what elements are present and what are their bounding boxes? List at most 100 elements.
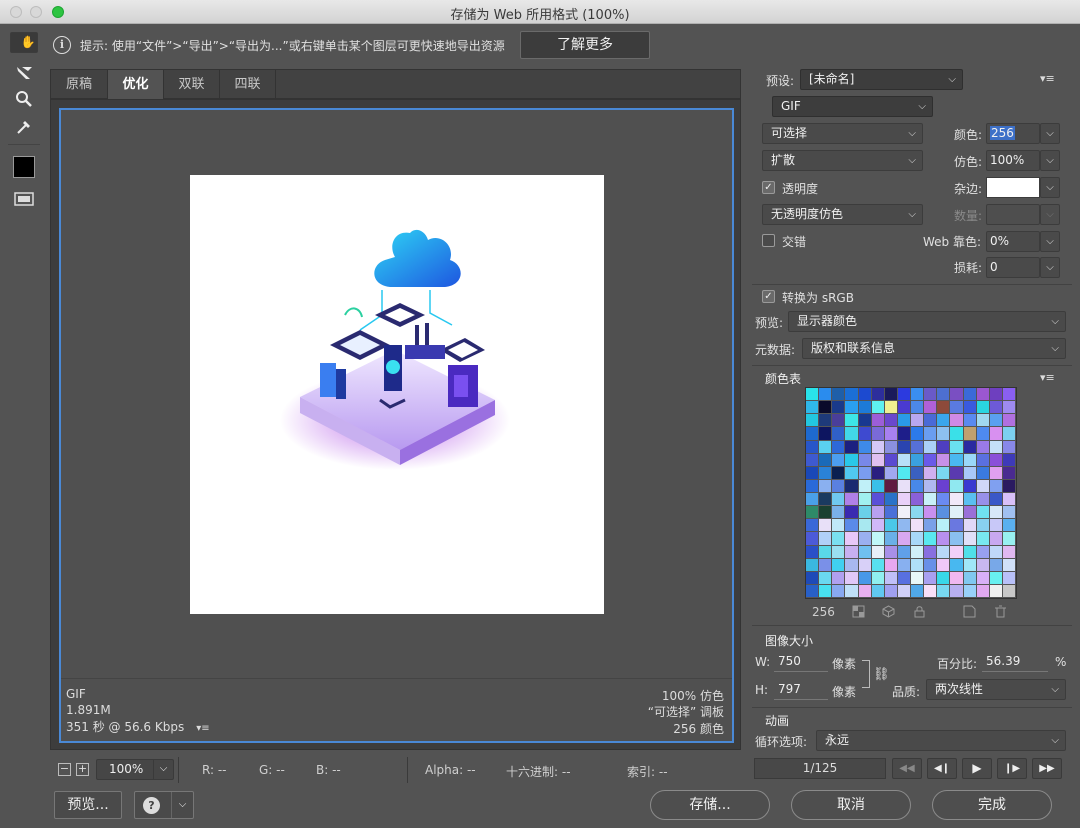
matte-color-swatch[interactable] [986,177,1040,198]
cancel-button[interactable]: 取消 [791,790,911,820]
color-swatch[interactable] [806,466,820,480]
color-swatch[interactable] [937,479,951,493]
color-swatch[interactable] [963,584,977,598]
color-swatch[interactable] [989,558,1003,572]
color-swatch[interactable] [911,558,925,572]
next-frame-button[interactable]: ❙▶ [997,758,1027,779]
save-button[interactable]: 存储... [650,790,770,820]
color-swatch[interactable] [989,440,1003,454]
color-swatch[interactable] [976,453,990,467]
color-swatch[interactable] [819,558,833,572]
color-swatch[interactable] [832,427,846,441]
color-swatch[interactable] [1002,388,1016,402]
color-swatch[interactable] [989,388,1003,402]
color-swatch[interactable] [924,401,938,415]
color-swatch[interactable] [1002,532,1016,546]
color-swatch[interactable] [924,571,938,585]
color-swatch[interactable] [845,427,859,441]
color-swatch[interactable] [806,584,820,598]
color-swatch[interactable] [989,466,1003,480]
color-swatch[interactable] [976,466,990,480]
color-swatch[interactable] [937,532,951,546]
percent-input[interactable]: 56.39 [982,652,1048,672]
last-frame-button[interactable]: ▶▶ [1032,758,1062,779]
color-swatch[interactable] [950,427,964,441]
color-swatch[interactable] [937,584,951,598]
color-swatch[interactable] [989,427,1003,441]
color-swatch[interactable] [937,427,951,441]
color-swatch[interactable] [911,388,925,402]
color-swatch[interactable] [1002,558,1016,572]
color-swatch[interactable] [832,532,846,546]
dither-algorithm-select[interactable]: 扩散 ⌵ [762,150,923,171]
color-swatch[interactable] [1002,545,1016,559]
color-swatch[interactable] [911,506,925,520]
color-swatch[interactable] [845,506,859,520]
interlaced-checkbox[interactable] [762,234,775,247]
color-swatch[interactable] [858,493,872,507]
color-swatch[interactable] [871,532,885,546]
color-swatch[interactable] [950,453,964,467]
color-swatch[interactable] [924,466,938,480]
color-swatch[interactable] [911,479,925,493]
color-swatch[interactable] [806,506,820,520]
color-swatch[interactable] [911,466,925,480]
color-swatch[interactable] [832,545,846,559]
color-swatch[interactable] [832,414,846,428]
color-swatch[interactable] [1002,440,1016,454]
color-swatch[interactable] [989,401,1003,415]
color-swatch[interactable] [1002,401,1016,415]
transparency-dither-select[interactable]: 无透明度仿色 ⌵ [762,204,923,225]
zoom-out-button[interactable]: − [58,763,71,776]
color-swatch[interactable] [858,466,872,480]
tab-4-up[interactable]: 四联 [220,70,276,99]
color-swatch[interactable] [884,532,898,546]
color-swatch[interactable] [897,414,911,428]
color-swatch[interactable] [871,519,885,533]
color-swatch[interactable] [976,401,990,415]
color-swatch[interactable] [858,584,872,598]
color-swatch[interactable] [819,388,833,402]
color-swatch[interactable] [884,388,898,402]
color-swatch[interactable] [897,519,911,533]
color-swatch[interactable] [1002,479,1016,493]
color-swatch[interactable] [806,414,820,428]
color-swatch[interactable] [1002,453,1016,467]
color-swatch[interactable] [858,427,872,441]
color-swatch[interactable] [911,440,925,454]
color-swatch[interactable] [950,571,964,585]
tab-optimized[interactable]: 优化 [108,70,164,99]
dither-input[interactable]: 100% [986,150,1040,171]
color-swatch[interactable] [897,427,911,441]
color-swatch[interactable] [819,545,833,559]
color-swatch[interactable] [871,453,885,467]
color-swatch[interactable] [924,532,938,546]
color-swatch[interactable] [937,466,951,480]
color-swatch[interactable] [806,558,820,572]
color-swatch[interactable] [819,519,833,533]
hand-tool-icon[interactable]: ✋ [10,32,38,53]
web-shift-icon[interactable] [882,605,895,621]
color-swatch[interactable] [989,532,1003,546]
color-swatch[interactable] [806,401,820,415]
color-swatch[interactable] [937,558,951,572]
color-swatch[interactable] [819,401,833,415]
color-swatch[interactable] [963,453,977,467]
color-swatch[interactable] [937,414,951,428]
color-swatch[interactable] [924,558,938,572]
color-swatch[interactable] [911,414,925,428]
color-swatch[interactable] [832,479,846,493]
color-swatch[interactable] [858,440,872,454]
color-swatch[interactable] [845,493,859,507]
previous-frame-button[interactable]: ◀❙ [927,758,957,779]
color-swatch[interactable] [819,466,833,480]
color-swatch[interactable] [819,506,833,520]
color-swatch[interactable] [989,453,1003,467]
color-swatch[interactable] [806,427,820,441]
color-swatch[interactable] [924,584,938,598]
map-to-transparent-icon[interactable] [852,605,865,621]
color-swatch[interactable] [924,519,938,533]
color-swatch[interactable] [884,453,898,467]
color-swatch[interactable] [937,571,951,585]
connection-speed-menu-icon[interactable]: ▾≡ [196,723,209,734]
